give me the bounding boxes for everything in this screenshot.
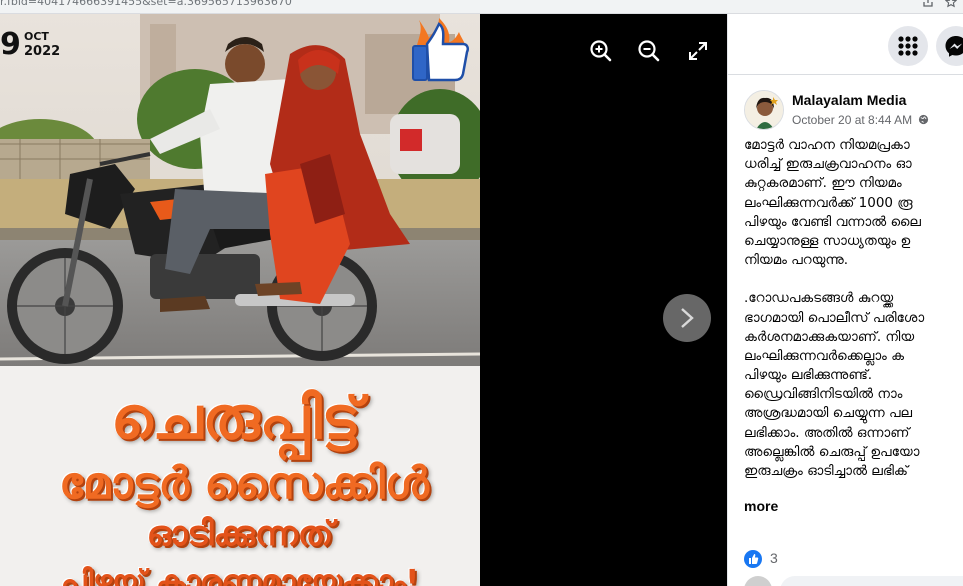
post-line: മോട്ടർ വാഹന നിയമപ്രകാ [744, 137, 910, 153]
chevron-right-icon [681, 308, 694, 328]
post-line: പിഴയും വേണ്ടി വന്നാൽ ലൈ [744, 213, 921, 230]
post-line: .റോഡപകടങ്ങൾ കുറയ്ക്ക [744, 290, 894, 307]
caption-line-4: പിഴയ്ക്ക് കാരണമായേക്കാം! [60, 564, 420, 586]
globe-icon [918, 114, 929, 125]
post-line: നിയമം പറയുന്നു. [744, 252, 849, 269]
date-day: 9 [0, 27, 21, 62]
zoom-out-icon[interactable] [636, 38, 662, 64]
thumbs-up-logo-icon [412, 18, 470, 82]
post-line: പിഴയും ലഭിക്കുന്നുണ്ട്. [744, 367, 873, 384]
post-photo: 9 OCT 2022 ചെരുപ്പിട്ട് മോട്ടർ സൈക്കിൾ ഓ… [0, 14, 480, 586]
post-line: അല്ലെങ്കിൽ ചെരുപ്പ് ഉപയോ [744, 443, 920, 460]
photo-viewer: 9 OCT 2022 ചെരുപ്പിട്ട് മോട്ടർ സൈക്കിൾ ഓ… [0, 14, 727, 586]
page-profile-image [745, 91, 783, 129]
messenger-icon [945, 36, 963, 57]
post-line: കുറ്റകരമാണ്. ഈ നിയമം [744, 175, 902, 192]
post-meta: October 20 at 8:44 AM [792, 113, 929, 127]
post-line: ലംഘിക്കുന്നവർക്ക് 1000 രൂ [744, 194, 913, 211]
post-line: ചെയ്യാനുള്ള സാധ്യതയും ഉ [744, 232, 911, 249]
caption-line-1: ചെരുപ്പിട്ട് [111, 384, 361, 452]
messenger-button[interactable] [936, 26, 963, 66]
post-side-panel: Malayalam Media October 20 at 8:44 AM മോ… [727, 14, 963, 586]
post-paragraph-1: മോട്ടർ വാഹന നിയമപ്രകാ ധരിച്ച് ഇരുചക്രവാഹ… [744, 136, 963, 270]
browser-url-bar[interactable]: r.fbid=404174666391455&set=a.36956571396… [0, 0, 963, 14]
like-reaction-icon [744, 550, 762, 568]
post-line: ലഭിക്കാം. അതിൽ ഒന്നാണ് [744, 424, 910, 441]
date-year: 2022 [24, 44, 61, 59]
like-count: 3 [770, 550, 778, 566]
post-text: മോട്ടർ വാഹന നിയമപ്രകാ ധരിച്ച് ഇരുചക്രവാഹ… [744, 136, 963, 500]
caption-line-2: മോട്ടർ സൈക്കിൾ [59, 458, 429, 509]
post-author-name[interactable]: Malayalam Media [792, 92, 906, 108]
post-timestamp[interactable]: October 20 at 8:44 AM [792, 113, 912, 127]
menu-grid-icon [898, 36, 918, 56]
share-page-icon[interactable] [921, 0, 935, 10]
post-line: ധരിച്ച് ഇരുചക്രവാഹനം ഓ [744, 156, 912, 173]
zoom-in-icon[interactable] [588, 38, 614, 64]
fullscreen-icon[interactable] [685, 38, 711, 64]
avatar[interactable] [744, 90, 784, 130]
menu-grid-button[interactable] [888, 26, 928, 66]
commenter-avatar [744, 576, 772, 586]
post-line: അശ്രദ്ധമായി ചെയ്യുന്ന പല [744, 405, 913, 422]
star-icon[interactable] [944, 0, 958, 10]
post-line: കർശനമാക്കുകയാണ്. നിയ [744, 328, 915, 345]
post-paragraph-2: .റോഡപകടങ്ങൾ കുറയ്ക്ക ഭാഗമായി പൊലീസ് പരിശ… [744, 289, 963, 481]
post-line: ലംഘിക്കുന്നവർക്കെല്ലാം ക [744, 347, 904, 364]
comment-input[interactable] [780, 576, 963, 586]
see-more-link[interactable]: more [744, 498, 778, 514]
date-month: OCT [24, 30, 49, 43]
post-line: ഡ്രൈവിങ്ങിനിടയിൽ നാം [744, 386, 903, 403]
panel-divider [728, 74, 963, 75]
caption-line-3: ഓടിക്കുന്നത് [146, 514, 334, 554]
next-photo-button[interactable] [663, 294, 711, 342]
url-text: r.fbid=404174666391455&set=a.36956571396… [0, 0, 292, 8]
post-line: ഇരുചക്രം ഓടിച്ചാൽ ലഭിക് [744, 463, 909, 479]
photo-caption: ചെരുപ്പിട്ട് മോട്ടർ സൈക്കിൾ ഓടിക്കുന്നത്… [0, 366, 480, 586]
post-line: ഭാഗമായി പൊലീസ് പരിശോ [744, 309, 925, 326]
